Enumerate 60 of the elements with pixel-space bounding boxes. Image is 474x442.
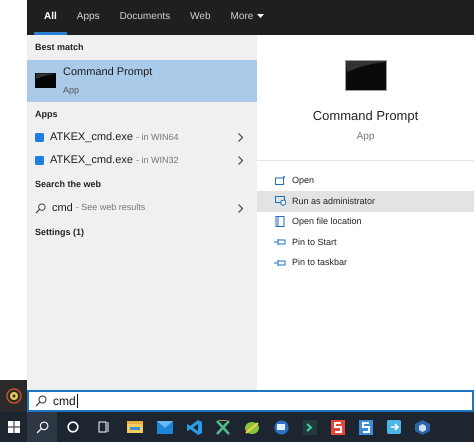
task-view-icon[interactable] [98, 421, 110, 433]
action-item[interactable]: Open [257, 170, 474, 191]
circle-icon[interactable] [67, 421, 79, 433]
app-icon [35, 133, 44, 142]
best-match-item[interactable]: Command Prompt App [27, 60, 257, 102]
round-app-icon[interactable] [274, 420, 289, 434]
chevron-icon[interactable] [238, 133, 243, 142]
chevron-icon[interactable] [238, 156, 243, 165]
app-type: App [356, 130, 374, 144]
terminal-icon [344, 60, 386, 91]
x-app-icon[interactable] [216, 420, 230, 434]
terminal-app-icon[interactable] [303, 420, 317, 434]
app-icon [35, 156, 44, 165]
code-editor-icon[interactable] [187, 420, 202, 434]
action-item[interactable]: Open file location [257, 212, 474, 232]
app-result-item[interactable]: ATKEX_cmd.exe - in WIN64 [27, 126, 257, 149]
result-title: ATKEX_cmd.exe [50, 153, 133, 168]
section-header: Apps [34, 108, 58, 121]
result-type: App [63, 84, 80, 97]
web-result-item[interactable]: cmd - See web results [27, 196, 257, 220]
search-text: cmd [53, 394, 78, 408]
share-app-icon[interactable] [387, 420, 401, 434]
pin-icon [274, 258, 286, 267]
result-detail: - in WIN32 [136, 154, 178, 167]
mail-icon[interactable] [157, 420, 173, 434]
search-button[interactable] [27, 412, 57, 442]
disc-icon[interactable] [6, 388, 22, 404]
app-result-item[interactable]: ATKEX_cmd.exe - in WIN32 [27, 149, 257, 172]
leaf-icon[interactable] [244, 420, 260, 434]
folder-icon[interactable] [127, 420, 143, 434]
result-detail: - See web results [76, 201, 146, 214]
search-icon [36, 420, 48, 434]
search-icon [35, 202, 46, 214]
filter-tab[interactable]: Apps [66, 0, 110, 35]
section-header: Search the web [34, 178, 102, 191]
result-title: Command Prompt [63, 65, 152, 80]
result-title: cmd [52, 200, 73, 216]
windows-icon[interactable] [8, 421, 20, 433]
app-title: Command Prompt [312, 107, 418, 125]
filter-tab[interactable]: Documents [110, 0, 180, 35]
window-icon [274, 176, 286, 186]
terminal-icon [35, 73, 56, 88]
s-app-icon[interactable] [331, 420, 345, 434]
document-icon [275, 216, 285, 228]
result-title: ATKEX_cmd.exe [50, 130, 133, 146]
action-item[interactable]: Run as administrator [257, 191, 474, 212]
search-icon [35, 395, 47, 407]
s-app-icon[interactable] [359, 420, 373, 434]
action-item[interactable]: Pin to taskbar [257, 252, 474, 273]
search-field[interactable]: cmd [27, 390, 474, 412]
filter-tab[interactable]: More [220, 0, 274, 35]
result-detail: - in WIN64 [136, 130, 178, 144]
pin-icon [274, 238, 286, 246]
shield-window-icon [274, 196, 286, 206]
chevron-icon[interactable] [238, 204, 243, 212]
action-item[interactable]: Pin to Start [257, 232, 474, 252]
filter-tab[interactable]: Web [180, 0, 221, 35]
section-header: Settings (1) [34, 226, 86, 239]
section-header: Best match [34, 41, 85, 54]
cube-icon[interactable] [415, 420, 430, 434]
